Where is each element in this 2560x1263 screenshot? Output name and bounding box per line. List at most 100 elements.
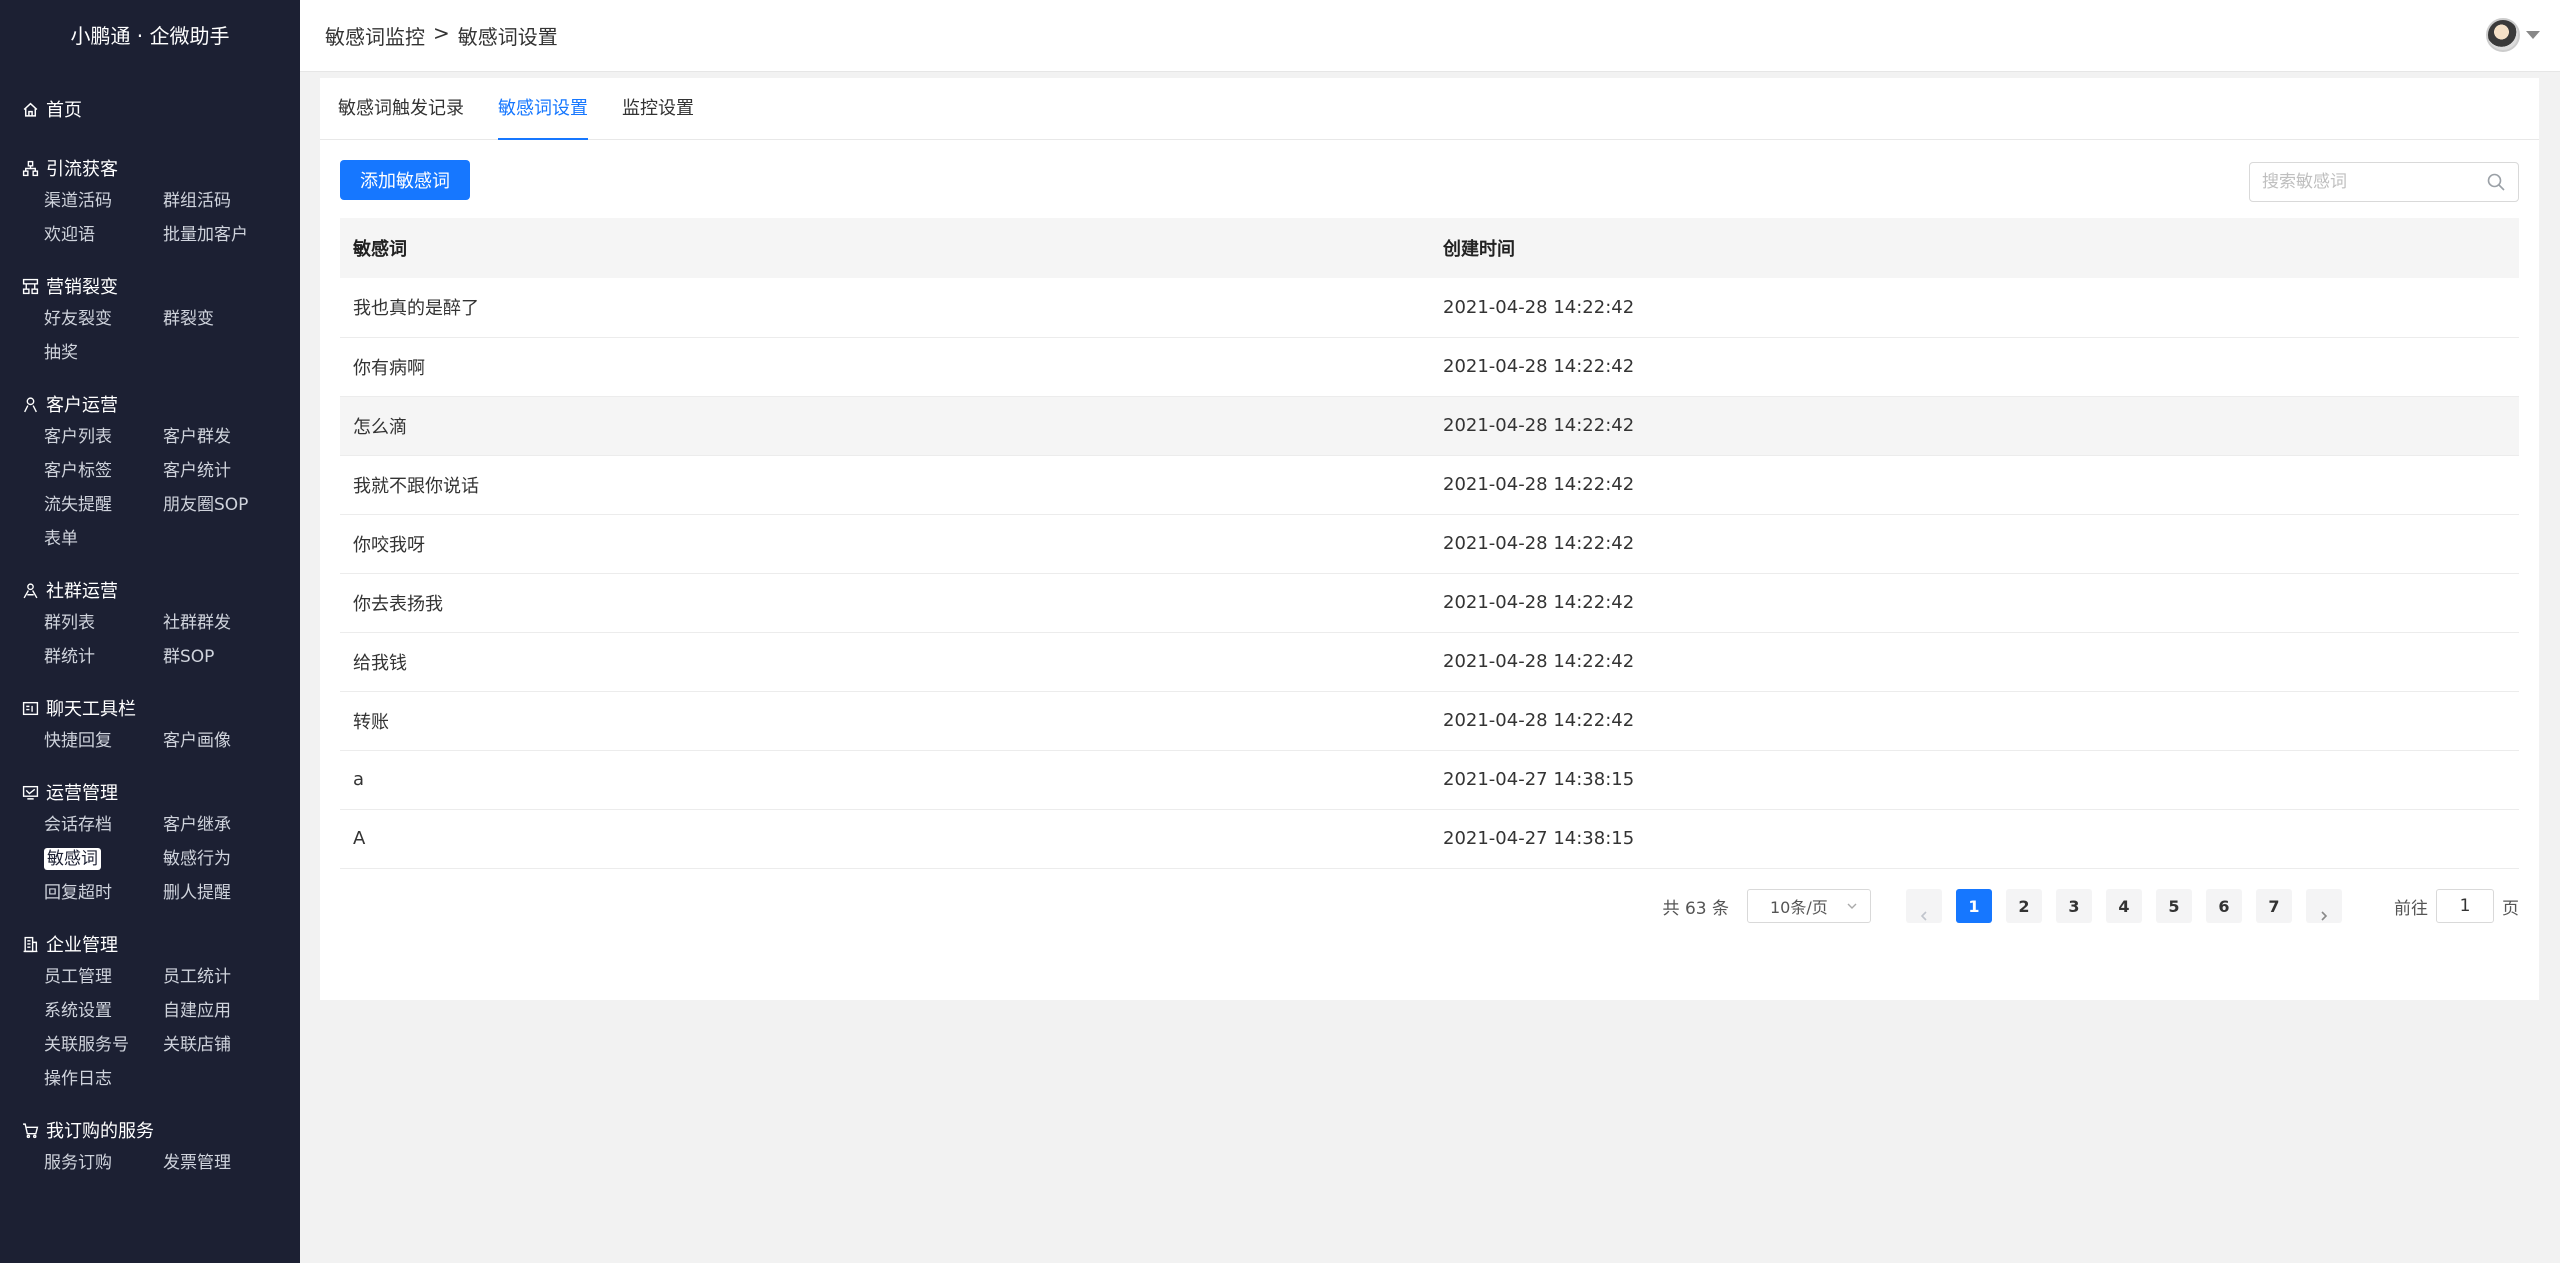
sidebar-item[interactable]: 群统计 bbox=[44, 640, 163, 674]
sidebar-item-label: 批量加客户 bbox=[163, 225, 248, 245]
sidebar-item[interactable]: 会话存档 bbox=[44, 808, 163, 842]
tab-0[interactable]: 敏感词触发记录 bbox=[338, 78, 464, 140]
avatar[interactable] bbox=[2486, 18, 2520, 52]
sidebar-item[interactable]: 关联服务号 bbox=[44, 1028, 163, 1062]
sidebar-item-label: 敏感词 bbox=[44, 848, 101, 870]
sidebar-item[interactable]: 关联店铺 bbox=[163, 1028, 303, 1062]
sidebar-group-items: 渠道活码 群组活码 欢迎语 批量加客户 bbox=[0, 184, 300, 252]
sidebar-group: 聊天工具栏 快捷回复 客户画像 bbox=[0, 692, 300, 758]
tab-1[interactable]: 敏感词设置 bbox=[498, 78, 588, 140]
sidebar-group-title[interactable]: 企业管理 bbox=[0, 928, 300, 960]
page-suffix: 页 bbox=[2502, 898, 2519, 919]
search-icon[interactable] bbox=[2486, 172, 2506, 192]
page-number-button[interactable]: 1 bbox=[1956, 889, 1992, 923]
sidebar-group: 我订购的服务 服务订购 发票管理 bbox=[0, 1114, 300, 1180]
sidebar-item[interactable]: 欢迎语 bbox=[44, 218, 163, 252]
table-row[interactable]: 给我钱 2021-04-28 14:22:42 bbox=[340, 632, 2519, 692]
toolbar-icon bbox=[20, 698, 40, 718]
cell-time: 2021-04-27 14:38:15 bbox=[1430, 809, 2519, 869]
cart-icon bbox=[20, 1120, 40, 1140]
table-row[interactable]: 转账 2021-04-28 14:22:42 bbox=[340, 691, 2519, 751]
sidebar-item[interactable]: 敏感词 bbox=[44, 842, 163, 876]
page-number-button[interactable]: 5 bbox=[2156, 889, 2192, 923]
page-size-select[interactable]: 10条/页 bbox=[1747, 889, 1871, 923]
sidebar-group-title[interactable]: 聊天工具栏 bbox=[0, 692, 300, 724]
sidebar-group-title[interactable]: 运营管理 bbox=[0, 776, 300, 808]
sidebar-item-label: 自建应用 bbox=[163, 1001, 231, 1021]
table-row[interactable]: A 2021-04-27 14:38:15 bbox=[340, 809, 2519, 869]
breadcrumb-parent[interactable]: 敏感词监控 bbox=[325, 21, 425, 50]
cell-word: 怎么滴 bbox=[340, 396, 1430, 456]
add-sensitive-word-button[interactable]: 添加敏感词 bbox=[340, 160, 470, 200]
sidebar-item[interactable]: 删人提醒 bbox=[163, 876, 303, 910]
page-number-button[interactable]: 6 bbox=[2206, 889, 2242, 923]
sidebar-item-label: 首页 bbox=[46, 100, 82, 121]
chevron-left-icon bbox=[1920, 911, 1927, 921]
table-row[interactable]: 你去表扬我 2021-04-28 14:22:42 bbox=[340, 573, 2519, 633]
sidebar-item-home[interactable]: 首页 bbox=[0, 92, 300, 126]
sidebar-item[interactable]: 社群群发 bbox=[163, 606, 303, 640]
sidebar-item[interactable]: 自建应用 bbox=[163, 994, 303, 1028]
page-number-button[interactable]: 3 bbox=[2056, 889, 2092, 923]
table-row[interactable]: 怎么滴 2021-04-28 14:22:42 bbox=[340, 396, 2519, 456]
sidebar-item-label: 关联服务号 bbox=[44, 1035, 129, 1055]
sidebar-item-label: 抽奖 bbox=[44, 343, 78, 363]
sidebar-item[interactable]: 客户画像 bbox=[163, 724, 303, 758]
breadcrumb: 敏感词监控 > 敏感词设置 bbox=[325, 21, 558, 50]
tab-2[interactable]: 监控设置 bbox=[622, 78, 694, 140]
sidebar-item[interactable]: 渠道活码 bbox=[44, 184, 163, 218]
sidebar-item[interactable]: 抽奖 bbox=[44, 336, 163, 370]
caret-down-icon[interactable] bbox=[2526, 31, 2540, 39]
next-page-button[interactable] bbox=[2306, 889, 2342, 923]
sidebar-item[interactable]: 系统设置 bbox=[44, 994, 163, 1028]
sidebar-item[interactable]: 流失提醒 bbox=[44, 488, 163, 522]
sidebar-item[interactable]: 朋友圈SOP bbox=[163, 488, 303, 522]
sidebar-group: 企业管理 员工管理 员工统计 系统设置 自建应用关联服务号 关联店铺 操作日志 bbox=[0, 928, 300, 1096]
cell-time: 2021-04-28 14:22:42 bbox=[1430, 514, 2519, 574]
sidebar-group-title[interactable]: 客户运营 bbox=[0, 388, 300, 420]
table-row[interactable]: 你有病啊 2021-04-28 14:22:42 bbox=[340, 337, 2519, 397]
sidebar-item[interactable]: 客户标签 bbox=[44, 454, 163, 488]
sidebar-item[interactable]: 发票管理 bbox=[163, 1146, 303, 1180]
sidebar-item[interactable]: 好友裂变 bbox=[44, 302, 163, 336]
sidebar-item[interactable]: 员工管理 bbox=[44, 960, 163, 994]
sidebar-item[interactable]: 客户列表 bbox=[44, 420, 163, 454]
sidebar-item[interactable]: 群裂变 bbox=[163, 302, 303, 336]
sidebar-group-title[interactable]: 我订购的服务 bbox=[0, 1114, 300, 1146]
search-input[interactable] bbox=[2262, 172, 2486, 192]
sidebar-item[interactable]: 客户群发 bbox=[163, 420, 303, 454]
sidebar-item[interactable]: 群列表 bbox=[44, 606, 163, 640]
table-row[interactable]: 你咬我呀 2021-04-28 14:22:42 bbox=[340, 514, 2519, 574]
page-number-button[interactable]: 7 bbox=[2256, 889, 2292, 923]
sidebar-item-label: 朋友圈SOP bbox=[163, 495, 249, 515]
sidebar-item[interactable]: 客户统计 bbox=[163, 454, 303, 488]
sidebar-item[interactable]: 客户继承 bbox=[163, 808, 303, 842]
sidebar: 小鹏通 · 企微助手 首页 引流获客 渠道活码 群组活码 欢迎语 批量加客户 营销裂变 好友… bbox=[0, 0, 300, 1263]
sidebar-group-title[interactable]: 营销裂变 bbox=[0, 270, 300, 302]
sidebar-group-title[interactable]: 引流获客 bbox=[0, 152, 300, 184]
prev-page-button[interactable] bbox=[1906, 889, 1942, 923]
sidebar-item[interactable]: 操作日志 bbox=[44, 1062, 163, 1096]
sidebar-item[interactable]: 批量加客户 bbox=[163, 218, 303, 252]
sidebar-item[interactable]: 群SOP bbox=[163, 640, 303, 674]
user-icon bbox=[20, 394, 40, 414]
table-row[interactable]: a 2021-04-27 14:38:15 bbox=[340, 750, 2519, 810]
sidebar-item[interactable]: 回复超时 bbox=[44, 876, 163, 910]
sidebar-item[interactable]: 群组活码 bbox=[163, 184, 303, 218]
sidebar-item[interactable]: 敏感行为 bbox=[163, 842, 303, 876]
sidebar-item[interactable]: 表单 bbox=[44, 522, 163, 556]
page-number-button[interactable]: 4 bbox=[2106, 889, 2142, 923]
goto-page-input[interactable] bbox=[2436, 889, 2494, 923]
table-row[interactable]: 我也真的是醉了 2021-04-28 14:22:42 bbox=[340, 278, 2519, 338]
sidebar-item[interactable]: 员工统计 bbox=[163, 960, 303, 994]
search-box[interactable] bbox=[2249, 162, 2519, 202]
cell-word: 你去表扬我 bbox=[340, 573, 1430, 633]
sidebar-item-label: 表单 bbox=[44, 529, 78, 549]
table-row[interactable]: 我就不跟你说话 2021-04-28 14:22:42 bbox=[340, 455, 2519, 515]
breadcrumb-current: 敏感词设置 bbox=[457, 25, 558, 49]
sidebar-item[interactable]: 服务订购 bbox=[44, 1146, 163, 1180]
sidebar-item[interactable]: 快捷回复 bbox=[44, 724, 163, 758]
sidebar-group-title[interactable]: 社群运营 bbox=[0, 574, 300, 606]
user-menu[interactable] bbox=[2486, 18, 2540, 52]
page-number-button[interactable]: 2 bbox=[2006, 889, 2042, 923]
